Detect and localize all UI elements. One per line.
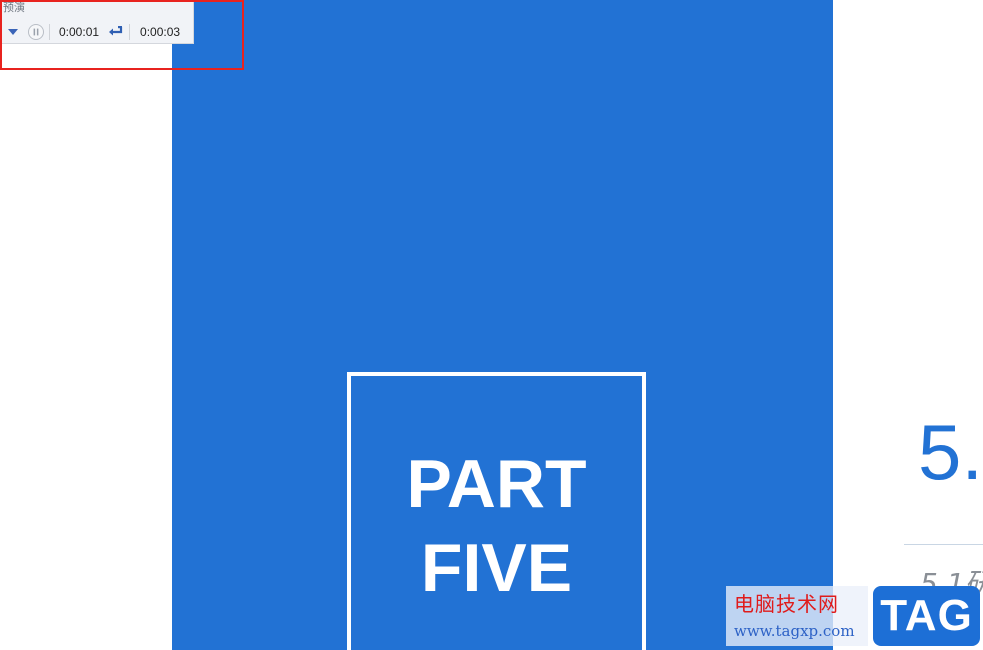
total-time: 0:00:03 [140, 25, 181, 39]
toolbar-separator [129, 24, 131, 40]
current-time: 0:00:01 [59, 25, 100, 39]
next-slide-number: 5. [918, 408, 983, 496]
toolbar-separator [49, 24, 50, 40]
chevron-down-icon[interactable] [2, 21, 24, 43]
part-title-line2: FIVE [420, 530, 573, 606]
next-slide-divider [904, 544, 983, 545]
part-title-line1: PART [406, 446, 587, 522]
slide-preview: PART FIVE [172, 0, 833, 650]
preview-title: 预演 [3, 1, 25, 14]
watermark-site: 电脑技术网 www.tagxp.com [726, 586, 868, 646]
watermark-site-name: 电脑技术网 [734, 592, 839, 616]
preview-controls: 0:00:01 0:00:03 [0, 20, 193, 44]
watermark-tag-logo: TAG [873, 586, 980, 646]
pause-icon[interactable] [27, 23, 45, 41]
loop-icon[interactable] [107, 23, 125, 41]
watermark-url: www.tagxp.com [734, 622, 855, 640]
part-title-box: PART FIVE [347, 372, 646, 650]
preview-toolbar: 预演 0:00:01 0:00:03 [0, 0, 194, 44]
